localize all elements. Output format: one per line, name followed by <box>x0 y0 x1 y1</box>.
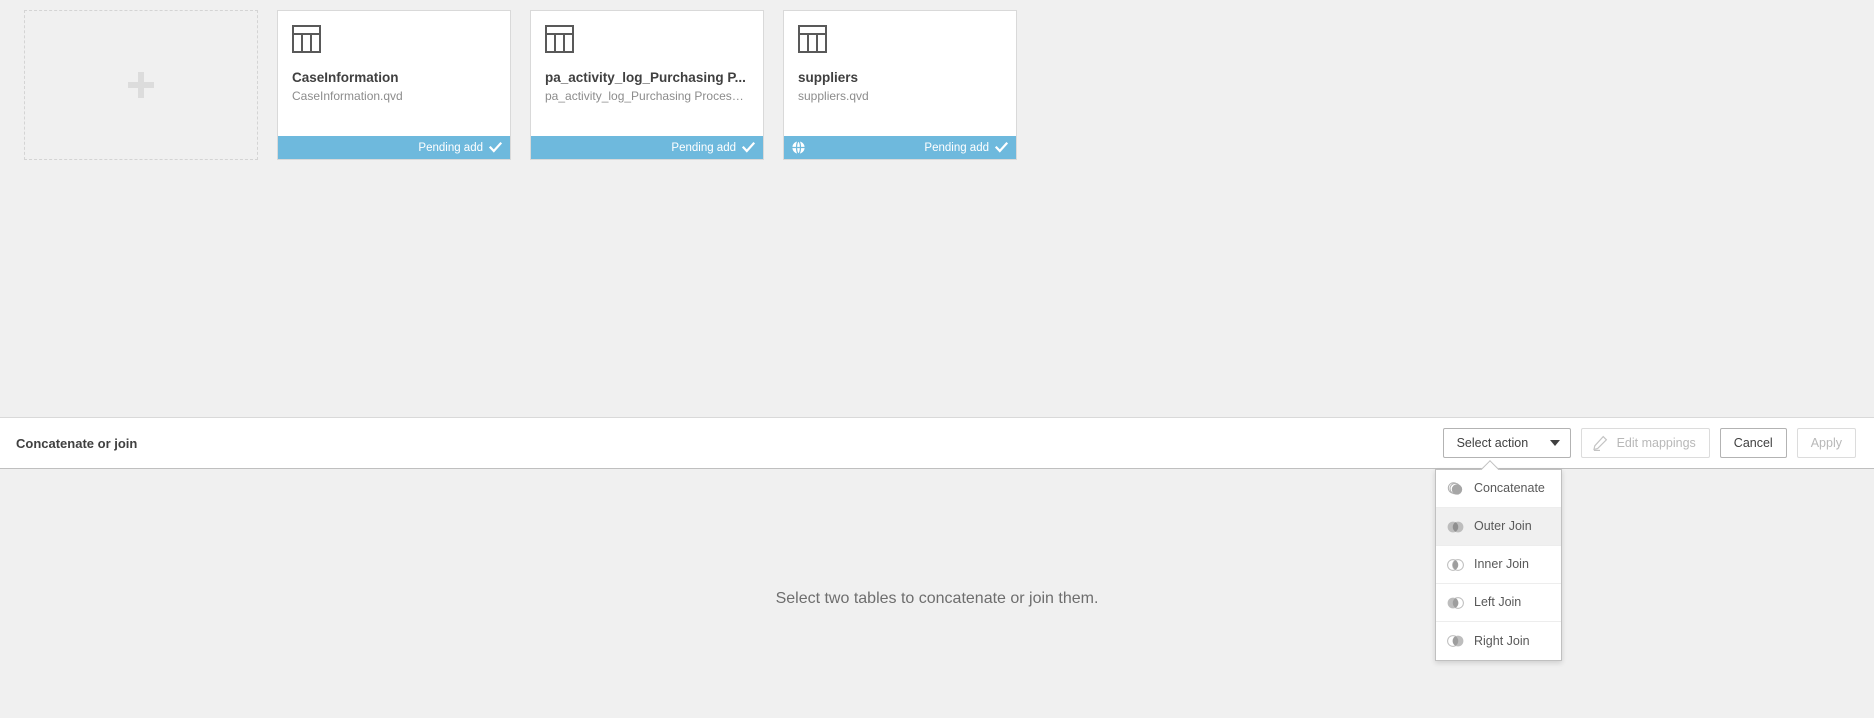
menu-item-inner-join[interactable]: Inner Join <box>1436 546 1561 584</box>
select-action-dropdown-button[interactable]: Select action <box>1442 428 1571 458</box>
menu-item-label: Outer Join <box>1474 519 1532 534</box>
table-card-body: suppliers suppliers.qvd <box>784 11 1016 136</box>
table-card-body: pa_activity_log_Purchasing P... pa_activ… <box>531 11 763 136</box>
right-join-icon <box>1447 635 1464 647</box>
cancel-button[interactable]: Cancel <box>1719 428 1787 458</box>
empty-state-message: Select two tables to concatenate or join… <box>775 590 1099 607</box>
check-icon <box>742 141 755 153</box>
table-icon <box>545 25 574 53</box>
check-icon <box>995 141 1008 153</box>
table-card-title: pa_activity_log_Purchasing P... <box>545 70 746 85</box>
concatenate-or-join-toolbar: Concatenate or join Select action Edit m… <box>0 417 1874 469</box>
table-card-subtitle: pa_activity_log_Purchasing Process.... <box>545 89 749 103</box>
table-card-body: CaseInformation CaseInformation.qvd <box>278 11 510 136</box>
menu-item-right-join[interactable]: Right Join <box>1436 622 1561 660</box>
tables-panel: CaseInformation CaseInformation.qvd Pend… <box>0 0 1874 417</box>
toolbar-controls: Select action Edit mappings Cancel Apply <box>1442 428 1856 458</box>
menu-item-label: Concatenate <box>1474 481 1545 496</box>
status-badge: Pending add <box>671 141 755 154</box>
table-card-title: CaseInformation <box>292 70 399 85</box>
outer-join-icon <box>1447 521 1464 532</box>
apply-label: Apply <box>1810 436 1842 450</box>
edit-mappings-label: Edit mappings <box>1616 436 1696 450</box>
table-card-footer: Pending add <box>278 136 510 159</box>
table-card-subtitle: CaseInformation.qvd <box>292 89 403 103</box>
join-canvas: Select two tables to concatenate or join… <box>0 470 1874 718</box>
table-card-subtitle: suppliers.qvd <box>798 89 869 103</box>
menu-item-label: Inner Join <box>1474 557 1529 572</box>
table-card-title: suppliers <box>798 70 859 85</box>
status-badge: Pending add <box>924 141 1008 154</box>
status-label: Pending add <box>418 141 483 154</box>
table-card[interactable]: suppliers suppliers.qvd Pending add <box>783 10 1017 160</box>
table-card-source-slot <box>791 140 806 155</box>
status-label: Pending add <box>924 141 989 154</box>
menu-item-outer-join[interactable]: Outer Join <box>1436 508 1561 546</box>
table-card-footer: Pending add <box>784 136 1016 159</box>
add-table-card[interactable] <box>24 10 258 160</box>
menu-item-concatenate[interactable]: Concatenate <box>1436 470 1561 508</box>
status-label: Pending add <box>671 141 736 154</box>
status-badge: Pending add <box>418 141 502 154</box>
table-card[interactable]: pa_activity_log_Purchasing P... pa_activ… <box>530 10 764 160</box>
data-manager-screen: CaseInformation CaseInformation.qvd Pend… <box>0 0 1874 718</box>
chevron-down-icon <box>1549 440 1560 446</box>
table-icon <box>798 25 827 53</box>
menu-item-left-join[interactable]: Left Join <box>1436 584 1561 622</box>
apply-button[interactable]: Apply <box>1796 428 1856 458</box>
pencil-icon <box>1592 435 1607 451</box>
inner-join-icon <box>1447 558 1464 571</box>
table-cards-row: CaseInformation CaseInformation.qvd Pend… <box>24 10 1874 160</box>
table-card-footer: Pending add <box>531 136 763 159</box>
edit-mappings-button[interactable]: Edit mappings <box>1580 428 1710 458</box>
page-title: Concatenate or join <box>16 435 138 451</box>
cancel-label: Cancel <box>1733 436 1773 450</box>
plus-icon <box>128 72 154 98</box>
table-icon <box>292 25 321 53</box>
table-card[interactable]: CaseInformation CaseInformation.qvd Pend… <box>277 10 511 160</box>
select-action-label: Select action <box>1456 436 1529 450</box>
check-icon <box>489 141 502 153</box>
concatenate-icon <box>1447 481 1463 495</box>
select-action-menu: Concatenate Outer Join Inner Join Left J… <box>1435 469 1562 661</box>
globe-icon <box>791 140 806 155</box>
menu-item-label: Left Join <box>1474 595 1522 610</box>
left-join-icon <box>1447 596 1464 609</box>
menu-item-label: Right Join <box>1474 633 1530 648</box>
